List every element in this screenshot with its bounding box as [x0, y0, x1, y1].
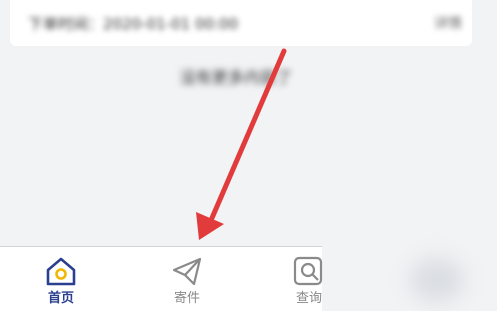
- search-icon: [293, 256, 323, 286]
- bottom-tab-bar: 首页 寄件 查询: [0, 246, 323, 311]
- empty-hint: 没有更多内容了: [180, 68, 293, 87]
- tab-home[interactable]: 首页: [26, 255, 96, 307]
- order-card[interactable]: 下单时间：2020-01-01 00:00 详情: [10, 0, 472, 46]
- home-icon: [46, 257, 76, 286]
- blurred-region: [410, 258, 464, 302]
- send-icon: [172, 257, 202, 286]
- tab-query-label: 查询: [295, 291, 322, 306]
- tab-send-label: 寄件: [173, 291, 200, 306]
- tab-send[interactable]: 寄件: [152, 255, 222, 307]
- tab-query[interactable]: 查询: [274, 255, 344, 307]
- order-card-detail-link[interactable]: 详情: [434, 13, 462, 33]
- tab-home-label: 首页: [47, 291, 74, 306]
- order-card-text: 下单时间：2020-01-01 00:00: [28, 15, 239, 33]
